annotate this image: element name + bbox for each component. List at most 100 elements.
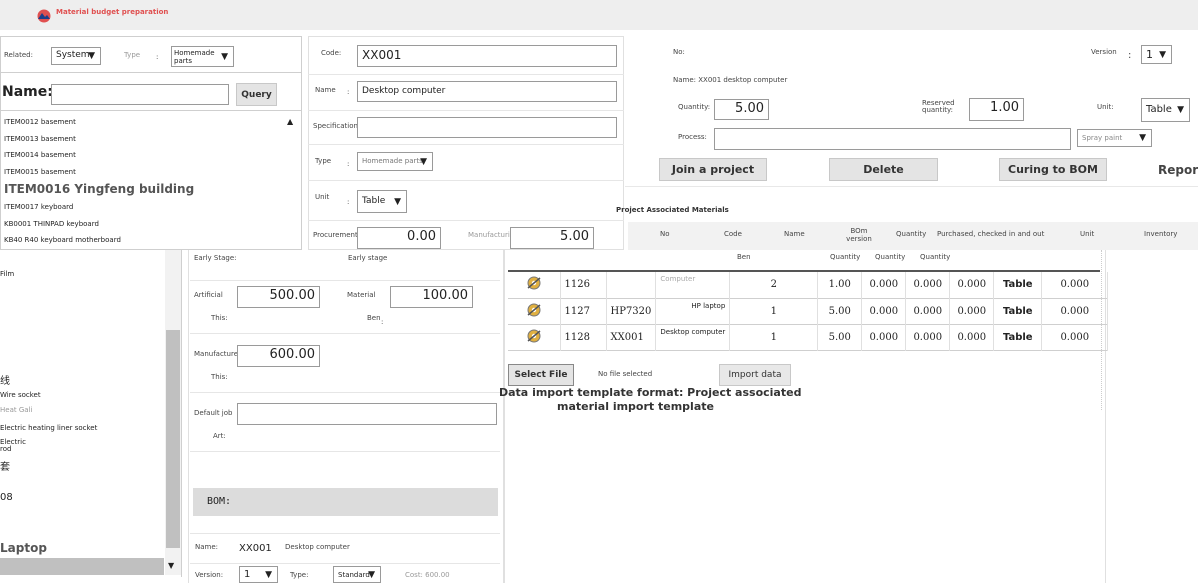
table-row[interactable]: 1127 HP7320 HP laptop 1 5.00 0.000 0.000 0.000 T… [508, 298, 1109, 324]
procurement-input[interactable]: 0.00 [357, 227, 441, 249]
type-select[interactable]: Homemade parts ▼ [171, 46, 234, 67]
code-input[interactable]: XX001 [357, 45, 617, 67]
item-list: ITEM0012 basement ITEM0013 basement ITEM… [2, 114, 284, 250]
col-header-inventory: Inventory [1144, 230, 1178, 238]
list-item[interactable]: ITEM0013 basement [4, 135, 76, 143]
list-item[interactable]: KB0001 THINPAD keyboard [4, 220, 99, 228]
early-stage-right-label: Early stage [348, 254, 388, 262]
name-input[interactable]: Desktop computer [357, 81, 617, 102]
list-item[interactable]: Heat Gali [0, 406, 32, 414]
default-job-input[interactable] [237, 403, 497, 425]
project-name-line: Name: XX001 desktop computer [673, 76, 788, 84]
specifications-input[interactable] [357, 117, 617, 138]
list-item[interactable]: 08 [0, 492, 13, 503]
app-title: Material budget preparation [56, 8, 169, 16]
list-item[interactable]: KB40 R40 keyboard motherboard [4, 236, 121, 244]
reserved-quantity-label: Reserved quantity: [922, 99, 955, 114]
cell-p2: 0.000 [905, 272, 951, 298]
sub-header-quantity-1: Quantity [830, 253, 861, 261]
template-format-line-1: Data import template format: Project ass… [499, 386, 802, 399]
name-search-input[interactable] [51, 84, 229, 105]
cell-no: 1127 [560, 298, 607, 324]
scroll-up-icon[interactable]: ▲ [287, 117, 293, 126]
cell-unit: Table [993, 272, 1043, 298]
artificial-label: Artificial [194, 291, 223, 299]
delete-button[interactable]: Delete [829, 158, 938, 181]
chevron-down-icon: ▼ [221, 51, 228, 62]
scrollbar-thumb[interactable] [166, 330, 180, 548]
list-item[interactable]: ITEM0015 basement [4, 168, 76, 176]
table-row[interactable]: 1128 XX001 Desktop computer 1 5.00 0.000 0.000… [508, 324, 1109, 350]
cell-code: HP7320 [606, 298, 657, 324]
cell-p1: 0.000 [861, 298, 907, 324]
cell-bom: 1 [729, 298, 819, 324]
cell-no: 1128 [560, 324, 607, 350]
list-item[interactable]: Laptop [0, 541, 47, 555]
cell-name: HP laptop [655, 298, 731, 324]
col-header-no: No [660, 230, 670, 238]
chevron-down-icon: ▼ [394, 196, 401, 207]
report-button[interactable]: Report [1158, 163, 1198, 177]
list-item[interactable]: Electric heating liner socket [0, 424, 97, 432]
cell-bom: 2 [729, 272, 819, 298]
version-select[interactable]: 1 ▼ [239, 566, 278, 583]
process-select[interactable]: Spray paint ▼ [1077, 129, 1152, 147]
query-button[interactable]: Query [236, 83, 277, 106]
cell-p1: 0.000 [861, 324, 907, 350]
scroll-down-icon[interactable]: ▼ [168, 561, 174, 570]
chevron-down-icon: ▼ [1159, 49, 1166, 60]
material-form [308, 36, 624, 250]
art-label: Art: [213, 432, 226, 440]
bom-type-label: Type: [290, 571, 309, 579]
list-item[interactable]: ITEM0016 Yingfeng building [4, 182, 194, 196]
horizontal-scrollbar[interactable] [0, 558, 164, 575]
type-select[interactable]: Homemade parts ▼ [357, 152, 433, 171]
process-input[interactable] [714, 128, 1071, 150]
related-select[interactable]: System ▼ [51, 47, 101, 65]
list-item[interactable]: Film [0, 270, 14, 278]
quantity-input[interactable]: 5.00 [714, 99, 769, 120]
cell-name: Desktop computer [655, 324, 731, 350]
bom-name-text: Desktop computer [285, 543, 350, 551]
artificial-input[interactable]: 500.00 [237, 286, 320, 308]
app-logo-icon [36, 8, 52, 23]
list-item[interactable]: Wire socket [0, 391, 41, 399]
bom-label: BOM: [207, 496, 232, 507]
join-project-button[interactable]: Join a project [659, 158, 767, 181]
select-file-button[interactable]: Select File [508, 364, 574, 386]
project-version-select[interactable]: 1 ▼ [1141, 45, 1172, 64]
gear-icon[interactable] [525, 276, 543, 294]
process-label: Process: [678, 133, 707, 141]
curing-to-bom-button[interactable]: Curing to BOM [999, 158, 1107, 181]
version-label: Version: [195, 571, 224, 579]
cost-label: Cost: 600.00 [405, 571, 450, 579]
material-label: Material [347, 291, 376, 299]
manufactured-input[interactable]: 600.00 [237, 345, 320, 367]
list-item[interactable]: 套 [0, 458, 10, 473]
cell-p2: 0.000 [905, 298, 951, 324]
related-label: Related: [4, 51, 33, 59]
bom-type-select[interactable]: Standard ▼ [333, 566, 381, 583]
materials-table: 1126 Computer 2 1.00 0.000 0.000 0.000 Table 0.0… [508, 272, 1109, 351]
list-item[interactable]: ITEM0012 basement [4, 118, 76, 126]
col-header-bom-version: BOm version [846, 227, 872, 243]
bom-header-bar [193, 488, 498, 516]
unit-select[interactable]: Table ▼ [357, 190, 407, 213]
list-item[interactable]: ITEM0014 basement [4, 151, 76, 159]
project-unit-select[interactable]: Table ▼ [1141, 98, 1190, 122]
this-label: This: [211, 314, 228, 322]
name-label: Name: [2, 84, 53, 100]
list-item[interactable]: rod [0, 445, 11, 453]
gear-icon[interactable] [525, 329, 543, 347]
reserved-quantity-input[interactable]: 1.00 [969, 98, 1024, 121]
list-item[interactable]: 线 [0, 372, 10, 387]
cell-p1: 0.000 [861, 272, 907, 298]
material-input[interactable]: 100.00 [390, 286, 473, 308]
manufacturing-lift-input[interactable]: 5.00 [510, 227, 594, 249]
cell-inv: 0.000 [1041, 272, 1109, 298]
import-data-button[interactable]: Import data [719, 364, 791, 386]
table-row[interactable]: 1126 Computer 2 1.00 0.000 0.000 0.000 Table 0.0… [508, 272, 1109, 298]
gear-icon[interactable] [525, 303, 543, 321]
cell-name: Computer [655, 272, 731, 298]
list-item[interactable]: ITEM0017 keyboard [4, 203, 73, 211]
